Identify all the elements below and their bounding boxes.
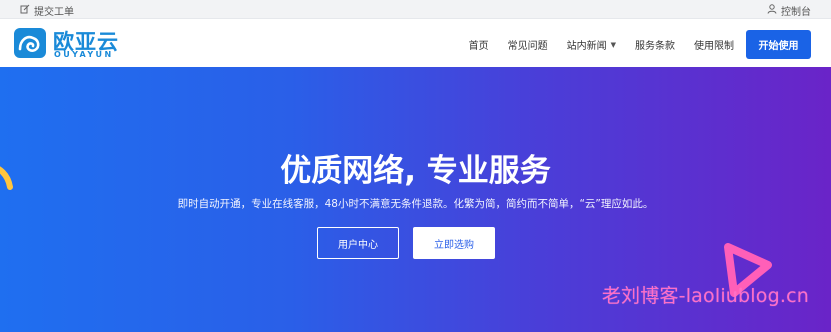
hero-banner: 优质网络, 专业服务 即时自动开通，专业在线客服，48小时不满意无条件退款。化繁… xyxy=(0,67,831,332)
nav-item-restrictions[interactable]: 使用限制 xyxy=(694,37,734,52)
watermark-text: 老刘博客-laoliublog.cn xyxy=(601,285,809,307)
nav-item-terms[interactable]: 服务条款 xyxy=(635,37,675,52)
site-logo[interactable]: 欧亚云 OUYAYUN xyxy=(13,25,143,61)
nav-label: 使用限制 xyxy=(694,41,734,52)
cloud-logo-icon xyxy=(14,28,46,58)
user-center-button[interactable]: 用户中心 xyxy=(317,227,399,259)
get-started-button[interactable]: 开始使用 xyxy=(746,30,811,59)
caret-down-icon: ▼ xyxy=(610,40,616,49)
nav-item-faq[interactable]: 常见问题 xyxy=(508,37,548,52)
hero-subtitle: 即时自动开通，专业在线客服，48小时不满意无条件退款。化繁为简，简约而不简单，“… xyxy=(177,198,654,210)
nav-label: 常见问题 xyxy=(507,41,548,52)
submit-ticket-label: 提交工单 xyxy=(34,7,74,18)
nav-item-news[interactable]: 站内新闻 ▼ xyxy=(566,37,616,53)
buy-now-button[interactable]: 立即选购 xyxy=(413,227,495,259)
nav-label: 首页 xyxy=(468,41,489,52)
main-nav: 首页 常见问题 站内新闻 ▼ 服务条款 使用限制 xyxy=(450,37,734,53)
site-header: 欧亚云 OUYAYUN 首页 常见问题 站内新闻 ▼ 服务条款 使用限制 开始使用 xyxy=(0,19,831,67)
submit-ticket-link[interactable]: 提交工单 xyxy=(20,3,74,18)
nav-label: 站内新闻 xyxy=(566,41,607,52)
brand-subname: OUYAYUN xyxy=(54,50,114,59)
console-label: 控制台 xyxy=(781,7,811,18)
nav-item-home[interactable]: 首页 xyxy=(469,37,489,52)
nav-label: 服务条款 xyxy=(635,41,675,52)
top-utility-bar: 提交工单 控制台 xyxy=(0,0,831,19)
user-icon xyxy=(767,4,777,17)
console-link[interactable]: 控制台 xyxy=(767,3,811,18)
hero-title: 优质网络, 专业服务 xyxy=(280,153,551,189)
edit-icon xyxy=(20,4,30,17)
